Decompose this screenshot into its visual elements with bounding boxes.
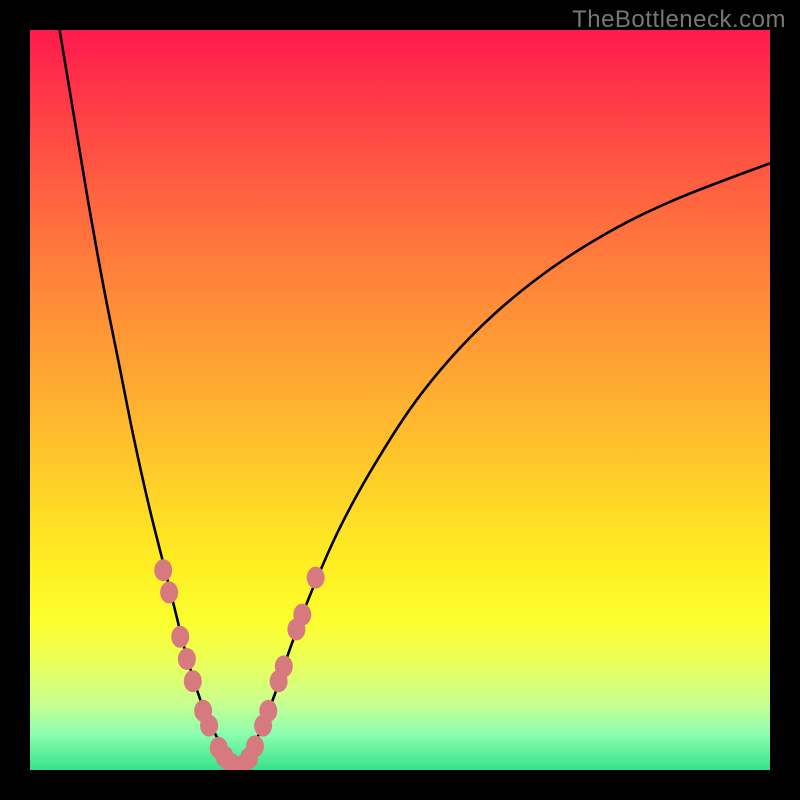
threshold-bead	[160, 581, 178, 603]
curve-left-branch	[60, 30, 238, 770]
threshold-bead	[200, 715, 218, 737]
threshold-bead-group	[154, 559, 324, 770]
curve-right-branch	[237, 163, 770, 770]
threshold-bead	[259, 700, 277, 722]
bottleneck-curve-chart	[30, 30, 770, 770]
threshold-bead	[171, 626, 189, 648]
chart-frame: TheBottleneck.com	[0, 0, 800, 800]
threshold-bead	[184, 670, 202, 692]
watermark-text: TheBottleneck.com	[572, 6, 786, 34]
threshold-bead	[307, 567, 325, 589]
threshold-bead	[154, 559, 172, 581]
threshold-bead	[246, 735, 264, 757]
threshold-bead	[275, 655, 293, 677]
threshold-bead	[293, 604, 311, 626]
plot-area	[30, 30, 770, 770]
threshold-bead	[178, 648, 196, 670]
